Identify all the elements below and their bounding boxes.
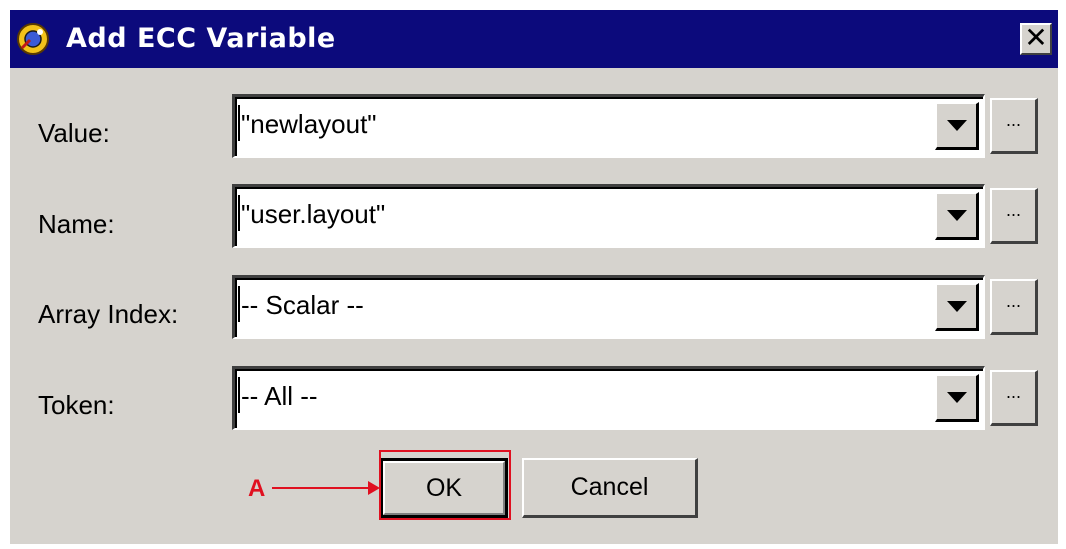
- array-index-browse-button[interactable]: ...: [990, 279, 1038, 335]
- browse-ellipsis-icon: ...: [1005, 200, 1021, 220]
- name-dropdown-button[interactable]: [935, 192, 979, 240]
- title-bar: Add ECC Variable ✕: [10, 10, 1058, 68]
- app-icon: [17, 23, 49, 55]
- dropdown-arrow-icon: [947, 120, 967, 131]
- value-label: Value:: [38, 118, 110, 148]
- token-dropdown-button[interactable]: [935, 374, 979, 422]
- array-index-label: Array Index:: [38, 299, 179, 329]
- browse-ellipsis-icon: ...: [1005, 382, 1021, 402]
- cancel-button[interactable]: Cancel: [522, 458, 698, 518]
- array-index-dropdown-button[interactable]: [935, 283, 979, 331]
- token-input-text: -- All --: [241, 381, 318, 411]
- add-ecc-variable-dialog: Add ECC Variable ✕ Value: "newlayout" ..…: [10, 10, 1058, 544]
- value-input-text: "newlayout": [241, 109, 377, 139]
- array-index-input-text: -- Scalar --: [241, 290, 364, 320]
- token-browse-button[interactable]: ...: [990, 370, 1038, 426]
- dropdown-arrow-icon: [947, 301, 967, 312]
- name-input-text: "user.layout": [241, 199, 386, 229]
- annotation-highlight-box: [379, 450, 511, 520]
- annotation-arrow-icon: [272, 481, 380, 495]
- name-browse-button[interactable]: ...: [990, 188, 1038, 244]
- dropdown-arrow-icon: [947, 210, 967, 221]
- window-title: Add ECC Variable: [66, 23, 336, 54]
- value-browse-button[interactable]: ...: [990, 98, 1038, 154]
- browse-ellipsis-icon: ...: [1005, 110, 1021, 130]
- text-caret: [238, 286, 240, 322]
- annotation-label: A: [248, 475, 266, 502]
- token-combobox[interactable]: -- All --: [232, 366, 985, 430]
- browse-ellipsis-icon: ...: [1005, 291, 1021, 311]
- value-combobox[interactable]: "newlayout": [232, 94, 985, 158]
- value-dropdown-button[interactable]: [935, 102, 979, 150]
- text-caret: [238, 105, 240, 141]
- text-caret: [238, 195, 240, 231]
- text-caret: [238, 377, 240, 413]
- cancel-button-label: Cancel: [570, 473, 649, 501]
- name-combobox[interactable]: "user.layout": [232, 184, 985, 248]
- close-button[interactable]: ✕: [1020, 23, 1052, 55]
- name-label: Name:: [38, 209, 115, 239]
- array-index-combobox[interactable]: -- Scalar --: [232, 275, 985, 339]
- token-label: Token:: [38, 390, 115, 420]
- close-icon: ✕: [1024, 21, 1048, 54]
- dropdown-arrow-icon: [947, 392, 967, 403]
